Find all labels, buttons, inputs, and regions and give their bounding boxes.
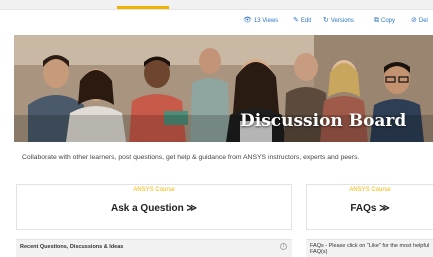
versions-icon: ↻	[323, 17, 329, 24]
copy-button[interactable]: ⧉ Copy	[374, 17, 395, 24]
delete-icon: ⊘	[411, 17, 417, 24]
delete-label: Del	[418, 17, 428, 24]
edit-label: Edit	[300, 17, 312, 24]
banner-title: Discussion Board	[240, 111, 407, 131]
versions-button[interactable]: ↻ Versions	[323, 17, 354, 24]
copy-icon: ⧉	[374, 17, 379, 24]
page-tagline: Collaborate with other learners, post qu…	[22, 154, 360, 161]
active-tab-indicator	[117, 6, 169, 9]
edit-button[interactable]: ✎ Edit	[293, 17, 311, 24]
recent-questions-title: Recent Questions, Discussions & Ideas	[20, 244, 124, 250]
versions-label: Versions	[330, 17, 354, 24]
page-actions-bar: 👁 13 Views ✎ Edit ↻ Versions ⧉ Copy ⊘ De…	[0, 15, 433, 33]
faqs-card[interactable]: ANSYS Course FAQs ≫	[306, 184, 433, 230]
faqs-kicker: ANSYS Course	[349, 187, 391, 193]
info-icon[interactable]: i	[280, 243, 287, 250]
pencil-icon: ✎	[293, 17, 299, 24]
top-nav-bar	[0, 0, 433, 10]
banner-image: Discussion Board	[14, 35, 433, 142]
views-count: 👁 13 Views	[243, 17, 278, 24]
ask-question-link[interactable]: Ask a Question ≫	[17, 203, 291, 214]
recent-questions-header: Recent Questions, Discussions & Ideas i	[16, 239, 292, 257]
faqs-list-header: FAQs - Please click on "Like" for the mo…	[306, 239, 433, 257]
ask-question-card[interactable]: ANSYS Course Ask a Question ≫	[16, 184, 292, 230]
faqs-link[interactable]: FAQs ≫	[307, 203, 433, 214]
copy-label: Copy	[381, 17, 396, 24]
delete-button[interactable]: ⊘ Del	[411, 17, 428, 24]
eye-icon: 👁	[243, 17, 252, 24]
views-label: 13 Views	[253, 17, 279, 24]
ask-question-kicker: ANSYS Course	[133, 187, 175, 193]
faqs-list-title: FAQs - Please click on "Like" for the mo…	[310, 243, 430, 255]
